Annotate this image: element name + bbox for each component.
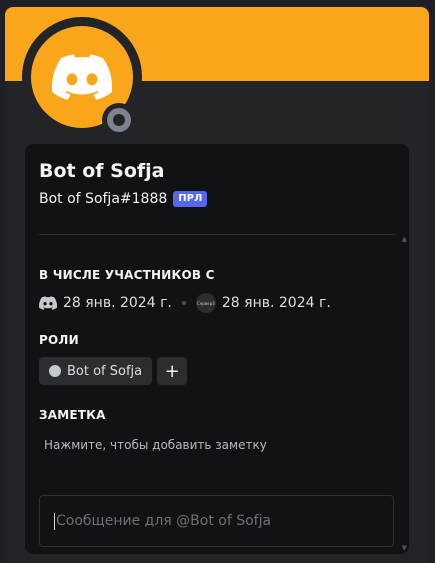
separator-dot	[181, 301, 186, 305]
roles-list: Bot of Sofja +	[39, 357, 188, 385]
server-icon: Сервер3	[195, 293, 216, 313]
role-label: Bot of Sofja	[67, 363, 143, 379]
scroll-down-arrow-icon[interactable]: ▼	[402, 544, 407, 552]
role-pill[interactable]: Bot of Sofja	[39, 357, 153, 385]
member-since-title: В ЧИСЛЕ УЧАСТНИКОВ С	[39, 268, 215, 282]
username: Bot of Sofja#1888	[39, 191, 168, 207]
avatar-wrapper[interactable]	[22, 17, 142, 137]
user-profile-popout: Bot of Sofja Bot of Sofja#1888 ПРЛ ▲ В Ч…	[5, 7, 429, 563]
text-caret	[54, 512, 55, 530]
display-name: Bot of Sofja	[39, 160, 165, 182]
status-indicator	[102, 103, 136, 137]
member-since-row: 28 янв. 2024 г. Сервер3 28 янв. 2024 г.	[39, 293, 331, 313]
offline-status-icon	[107, 108, 131, 132]
bot-badge: ПРЛ	[173, 191, 208, 207]
add-role-button[interactable]: +	[157, 357, 188, 385]
scroll-up-arrow-icon[interactable]: ▲	[402, 235, 407, 243]
note-field[interactable]: Нажмите, чтобы добавить заметку	[44, 438, 267, 452]
message-input[interactable]	[56, 513, 376, 529]
server-join-date: 28 янв. 2024 г.	[221, 295, 331, 311]
discord-icon	[39, 296, 57, 310]
profile-body: Bot of Sofja Bot of Sofja#1888 ПРЛ ▲ В Ч…	[25, 144, 409, 554]
role-color-dot[interactable]	[49, 365, 61, 377]
note-title: ЗАМЕТКА	[39, 408, 106, 422]
discord-logo-icon	[52, 54, 112, 100]
username-row: Bot of Sofja#1888 ПРЛ	[39, 191, 208, 207]
message-box[interactable]	[39, 495, 394, 547]
divider	[39, 234, 395, 235]
discord-join-date: 28 янв. 2024 г.	[63, 295, 172, 311]
roles-title: РОЛИ	[39, 333, 79, 347]
